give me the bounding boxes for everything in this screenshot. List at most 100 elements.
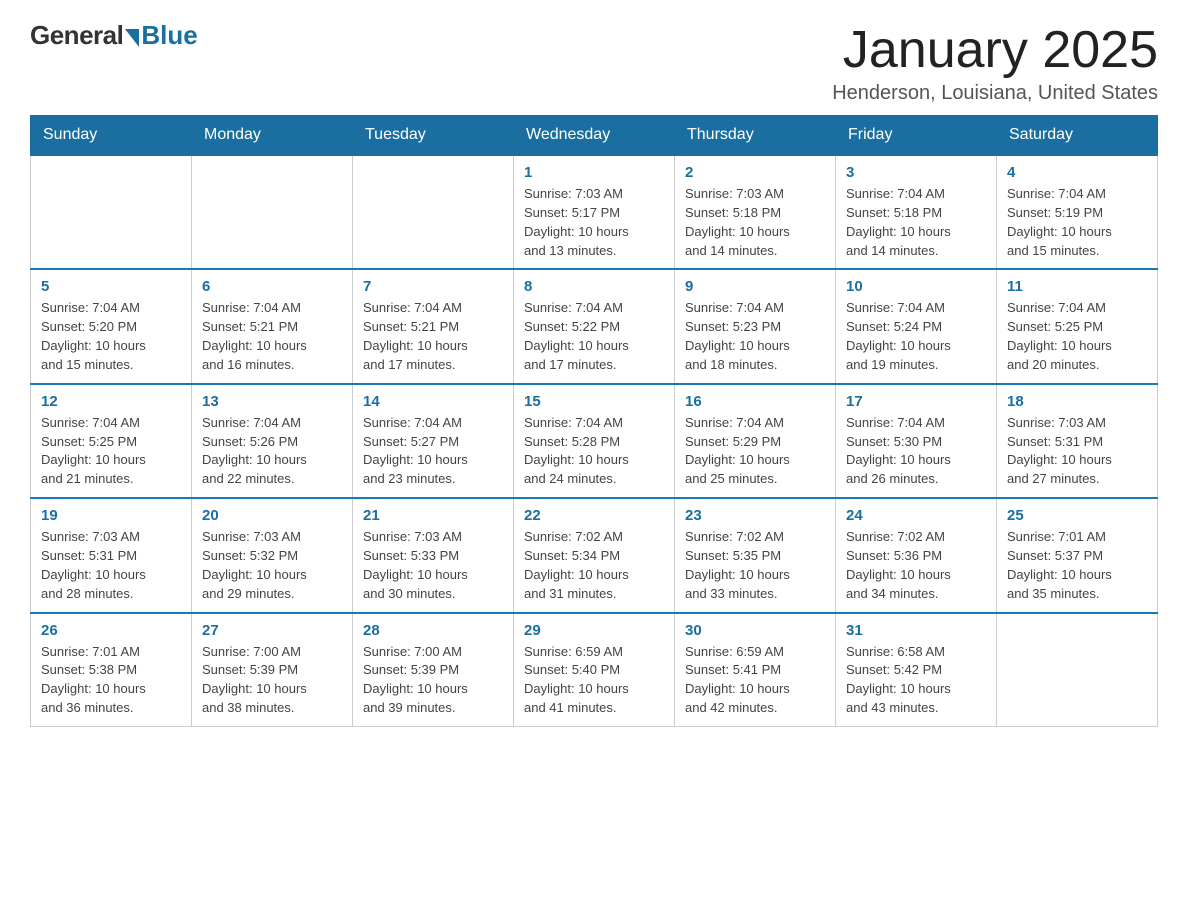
day-number: 18 — [1007, 393, 1147, 410]
calendar-cell: 14 Sunrise: 7:04 AMSunset: 5:27 PMDayligh… — [353, 384, 514, 498]
day-number: 14 — [363, 393, 503, 410]
calendar-cell: 16Sunrise: 7:04 AMSunset: 5:29 PMDayligh… — [675, 384, 836, 498]
calendar-cell: 2Sunrise: 7:03 AMSunset: 5:18 PMDaylight… — [675, 155, 836, 269]
weekday-header-sunday: Sunday — [31, 116, 192, 156]
calendar-cell: 31 Sunrise: 6:58 AMSunset: 5:42 PMDayligh… — [836, 613, 997, 727]
day-number: 8 — [524, 278, 664, 295]
day-info: Sunrise: 7:03 AMSunset: 5:17 PMDaylight:… — [524, 185, 664, 260]
weekday-header-thursday: Thursday — [675, 116, 836, 156]
day-number: 13 — [202, 393, 342, 410]
calendar-cell: 29 Sunrise: 6:59 AMSunset: 5:40 PMDayligh… — [514, 613, 675, 727]
day-info: Sunrise: 7:04 AMSunset: 5:29 PMDaylight:… — [685, 414, 825, 489]
day-number: 12 — [41, 393, 181, 410]
calendar-cell: 27 Sunrise: 7:00 AMSunset: 5:39 PMDayligh… — [192, 613, 353, 727]
weekday-header-wednesday: Wednesday — [514, 116, 675, 156]
calendar-cell — [353, 155, 514, 269]
day-info: Sunrise: 7:01 AMSunset: 5:37 PMDaylight:… — [1007, 528, 1147, 603]
day-number: 7 — [363, 278, 503, 295]
logo: General Blue — [30, 20, 198, 51]
calendar-cell: 5Sunrise: 7:04 AMSunset: 5:20 PMDaylight… — [31, 269, 192, 383]
weekday-header-tuesday: Tuesday — [353, 116, 514, 156]
day-number: 20 — [202, 507, 342, 524]
day-number: 17 — [846, 393, 986, 410]
calendar-week-row: 12 Sunrise: 7:04 AMSunset: 5:25 PMDayligh… — [31, 384, 1158, 498]
day-info: Sunrise: 7:04 AMSunset: 5:26 PMDaylight:… — [202, 414, 342, 489]
day-number: 6 — [202, 278, 342, 295]
logo-arrow-icon — [125, 29, 139, 47]
calendar-cell: 3Sunrise: 7:04 AMSunset: 5:18 PMDaylight… — [836, 155, 997, 269]
day-number: 30 — [685, 622, 825, 639]
day-number: 4 — [1007, 164, 1147, 181]
day-info: Sunrise: 7:03 AMSunset: 5:31 PMDaylight:… — [41, 528, 181, 603]
calendar-cell: 26 Sunrise: 7:01 AMSunset: 5:38 PMDayligh… — [31, 613, 192, 727]
month-title: January 2025 — [832, 20, 1158, 80]
day-info: Sunrise: 7:00 AMSunset: 5:39 PMDaylight:… — [363, 643, 503, 718]
calendar-cell: 23Sunrise: 7:02 AMSunset: 5:35 PMDayligh… — [675, 498, 836, 612]
calendar-cell: 10 Sunrise: 7:04 AMSunset: 5:24 PMDayligh… — [836, 269, 997, 383]
calendar-week-row: 5Sunrise: 7:04 AMSunset: 5:20 PMDaylight… — [31, 269, 1158, 383]
day-info: Sunrise: 7:03 AMSunset: 5:32 PMDaylight:… — [202, 528, 342, 603]
day-info: Sunrise: 7:04 AMSunset: 5:28 PMDaylight:… — [524, 414, 664, 489]
calendar-week-row: 19 Sunrise: 7:03 AMSunset: 5:31 PMDayligh… — [31, 498, 1158, 612]
day-info: Sunrise: 7:04 AMSunset: 5:20 PMDaylight:… — [41, 299, 181, 374]
calendar-cell — [997, 613, 1158, 727]
calendar-cell: 20 Sunrise: 7:03 AMSunset: 5:32 PMDayligh… — [192, 498, 353, 612]
day-info: Sunrise: 7:04 AMSunset: 5:30 PMDaylight:… — [846, 414, 986, 489]
calendar-cell: 7 Sunrise: 7:04 AMSunset: 5:21 PMDaylight… — [353, 269, 514, 383]
calendar-cell: 22 Sunrise: 7:02 AMSunset: 5:34 PMDayligh… — [514, 498, 675, 612]
calendar-cell: 15 Sunrise: 7:04 AMSunset: 5:28 PMDayligh… — [514, 384, 675, 498]
day-number: 21 — [363, 507, 503, 524]
day-number: 22 — [524, 507, 664, 524]
day-info: Sunrise: 7:04 AMSunset: 5:27 PMDaylight:… — [363, 414, 503, 489]
calendar-cell: 4Sunrise: 7:04 AMSunset: 5:19 PMDaylight… — [997, 155, 1158, 269]
day-number: 28 — [363, 622, 503, 639]
day-info: Sunrise: 7:04 AMSunset: 5:23 PMDaylight:… — [685, 299, 825, 374]
calendar-cell — [192, 155, 353, 269]
calendar-cell: 28 Sunrise: 7:00 AMSunset: 5:39 PMDayligh… — [353, 613, 514, 727]
day-info: Sunrise: 6:59 AMSunset: 5:40 PMDaylight:… — [524, 643, 664, 718]
day-info: Sunrise: 7:04 AMSunset: 5:24 PMDaylight:… — [846, 299, 986, 374]
calendar-cell: 12 Sunrise: 7:04 AMSunset: 5:25 PMDayligh… — [31, 384, 192, 498]
day-number: 19 — [41, 507, 181, 524]
calendar-cell: 17 Sunrise: 7:04 AMSunset: 5:30 PMDayligh… — [836, 384, 997, 498]
calendar-cell: 6 Sunrise: 7:04 AMSunset: 5:21 PMDaylight… — [192, 269, 353, 383]
day-number: 10 — [846, 278, 986, 295]
day-info: Sunrise: 7:00 AMSunset: 5:39 PMDaylight:… — [202, 643, 342, 718]
day-info: Sunrise: 7:04 AMSunset: 5:21 PMDaylight:… — [363, 299, 503, 374]
calendar-cell: 30 Sunrise: 6:59 AMSunset: 5:41 PMDayligh… — [675, 613, 836, 727]
day-info: Sunrise: 7:03 AMSunset: 5:31 PMDaylight:… — [1007, 414, 1147, 489]
day-info: Sunrise: 7:04 AMSunset: 5:21 PMDaylight:… — [202, 299, 342, 374]
weekday-header-friday: Friday — [836, 116, 997, 156]
calendar-week-row: 26 Sunrise: 7:01 AMSunset: 5:38 PMDayligh… — [31, 613, 1158, 727]
title-section: January 2025 Henderson, Louisiana, Unite… — [832, 20, 1158, 105]
day-info: Sunrise: 7:04 AMSunset: 5:25 PMDaylight:… — [41, 414, 181, 489]
page-header: General Blue January 2025 Henderson, Lou… — [30, 20, 1158, 105]
day-number: 15 — [524, 393, 664, 410]
weekday-header-saturday: Saturday — [997, 116, 1158, 156]
calendar-cell — [31, 155, 192, 269]
day-number: 29 — [524, 622, 664, 639]
calendar-cell: 19 Sunrise: 7:03 AMSunset: 5:31 PMDayligh… — [31, 498, 192, 612]
day-info: Sunrise: 7:04 AMSunset: 5:22 PMDaylight:… — [524, 299, 664, 374]
location-text: Henderson, Louisiana, United States — [832, 82, 1158, 105]
day-number: 25 — [1007, 507, 1147, 524]
calendar-table: SundayMondayTuesdayWednesdayThursdayFrid… — [30, 115, 1158, 727]
calendar-cell: 8 Sunrise: 7:04 AMSunset: 5:22 PMDaylight… — [514, 269, 675, 383]
calendar-cell: 11Sunrise: 7:04 AMSunset: 5:25 PMDayligh… — [997, 269, 1158, 383]
day-number: 31 — [846, 622, 986, 639]
calendar-cell: 21 Sunrise: 7:03 AMSunset: 5:33 PMDayligh… — [353, 498, 514, 612]
calendar-cell: 9Sunrise: 7:04 AMSunset: 5:23 PMDaylight… — [675, 269, 836, 383]
day-info: Sunrise: 6:59 AMSunset: 5:41 PMDaylight:… — [685, 643, 825, 718]
weekday-header-row: SundayMondayTuesdayWednesdayThursdayFrid… — [31, 116, 1158, 156]
day-info: Sunrise: 7:04 AMSunset: 5:25 PMDaylight:… — [1007, 299, 1147, 374]
day-info: Sunrise: 7:02 AMSunset: 5:34 PMDaylight:… — [524, 528, 664, 603]
day-number: 27 — [202, 622, 342, 639]
day-info: Sunrise: 7:03 AMSunset: 5:33 PMDaylight:… — [363, 528, 503, 603]
day-info: Sunrise: 7:01 AMSunset: 5:38 PMDaylight:… — [41, 643, 181, 718]
calendar-cell: 24Sunrise: 7:02 AMSunset: 5:36 PMDayligh… — [836, 498, 997, 612]
day-info: Sunrise: 6:58 AMSunset: 5:42 PMDaylight:… — [846, 643, 986, 718]
day-number: 23 — [685, 507, 825, 524]
day-number: 24 — [846, 507, 986, 524]
day-number: 26 — [41, 622, 181, 639]
calendar-week-row: 1Sunrise: 7:03 AMSunset: 5:17 PMDaylight… — [31, 155, 1158, 269]
